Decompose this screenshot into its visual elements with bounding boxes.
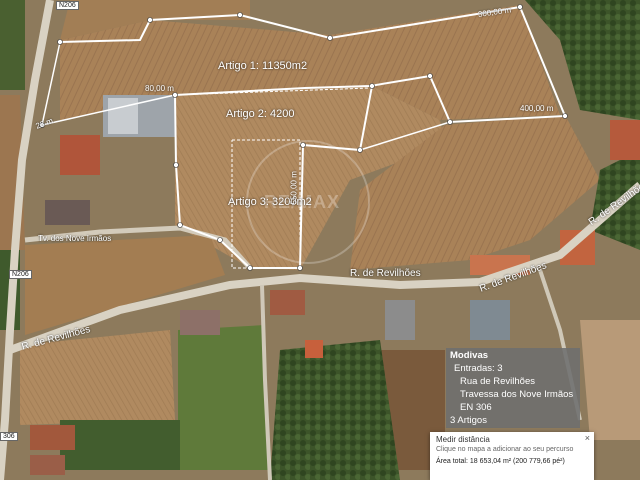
trees-southwest-edge bbox=[60, 420, 180, 470]
shield-n206-left: N206 bbox=[9, 270, 32, 279]
trees-south bbox=[270, 340, 400, 480]
close-icon[interactable]: × bbox=[585, 433, 590, 443]
house-9 bbox=[30, 425, 75, 450]
info-artigos: 3 Artigos bbox=[450, 415, 487, 426]
measure-card-area: Área total: 18 653,04 m² (200 779,66 pé²… bbox=[436, 458, 565, 465]
info-title: Modivas bbox=[450, 350, 489, 361]
label-artigo2: Artigo 2: 4200 bbox=[226, 108, 295, 120]
house-10 bbox=[30, 455, 65, 475]
road-label-travessa: Tv. dos Nove Irmãos bbox=[38, 234, 112, 243]
house-12 bbox=[180, 310, 220, 335]
measure-label-3: 80,00 m bbox=[145, 84, 174, 93]
house-7 bbox=[610, 120, 640, 160]
info-entry-2: Travessa dos Nove Irmãos bbox=[460, 389, 574, 400]
measure-label-4: 550,00 m bbox=[289, 171, 299, 205]
info-entry-3: EN 306 bbox=[460, 402, 492, 413]
green-field-south bbox=[178, 325, 270, 470]
warehouse-roof bbox=[108, 98, 138, 134]
field-southeast bbox=[580, 320, 640, 440]
measure-card-subtitle: Clique no mapa a adicionar ao seu percur… bbox=[436, 446, 574, 453]
measure-card-title: Medir distância bbox=[436, 435, 490, 444]
measure-distance-card[interactable]: Medir distância Clique no mapa a adicion… bbox=[430, 432, 594, 480]
property-info-box: Modivas Entradas: 3 Rua de Revilhões Tra… bbox=[446, 348, 580, 428]
label-artigo1: Artigo 1: 11350m2 bbox=[218, 60, 308, 72]
label-artigo3: Artigo 3: 3200m2 bbox=[228, 196, 312, 208]
house-11 bbox=[305, 340, 323, 358]
house-red-1 bbox=[60, 135, 100, 175]
house-5 bbox=[470, 300, 510, 340]
info-entries-label: Entradas: 3 bbox=[454, 363, 503, 374]
shield-306: 306 bbox=[0, 432, 18, 441]
trees-left-edge bbox=[0, 0, 25, 90]
road-label-revilhoes-center: R. de Revilhões bbox=[350, 268, 421, 279]
house-4 bbox=[385, 300, 415, 340]
info-entry-1: Rua de Revilhões bbox=[460, 376, 535, 387]
shield-n206-top: N206 bbox=[56, 1, 79, 10]
house-3 bbox=[270, 290, 305, 315]
house-2 bbox=[45, 200, 90, 225]
measure-label-2: 400,00 m bbox=[520, 104, 554, 113]
